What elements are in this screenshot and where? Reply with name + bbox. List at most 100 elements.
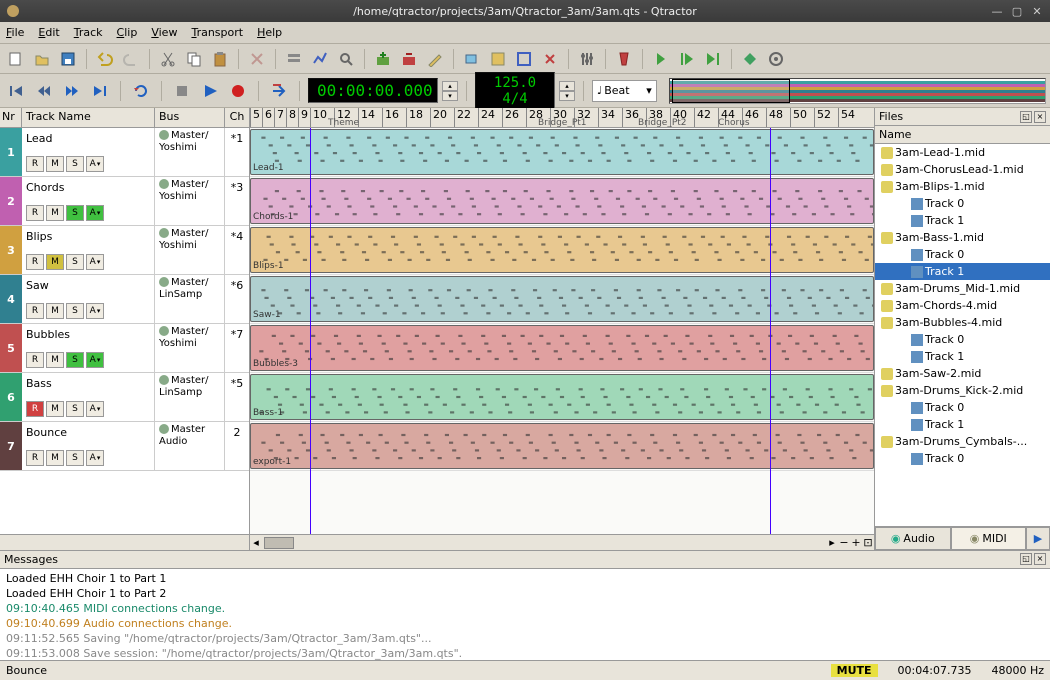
file-track-item[interactable]: Track 1	[875, 212, 1050, 229]
track-props-button[interactable]	[423, 47, 447, 71]
track-solo-button[interactable]: S	[66, 156, 84, 172]
file-item[interactable]: 3am-Blips-1.mid	[875, 178, 1050, 195]
track-row[interactable]: 5 Bubbles R M S A Master/ Yoshimi *7	[0, 324, 249, 373]
file-item[interactable]: 3am-Bass-1.mid	[875, 229, 1050, 246]
automation-button[interactable]	[308, 47, 332, 71]
clip[interactable]: Bubbles-3	[250, 325, 874, 371]
track-automation-button[interactable]: A	[86, 401, 104, 417]
time-spinner[interactable]: ▴▾	[442, 81, 458, 101]
menu-track[interactable]: Track	[74, 26, 103, 39]
file-track-item[interactable]: Track 0	[875, 331, 1050, 348]
file-track-item[interactable]: Track 0	[875, 450, 1050, 467]
track-automation-button[interactable]: A	[86, 205, 104, 221]
messages-list[interactable]: Loaded EHH Choir 1 to Part 1Loaded EHH C…	[0, 569, 1050, 660]
file-track-item[interactable]: Track 1	[875, 348, 1050, 365]
file-item[interactable]: 3am-Lead-1.mid	[875, 144, 1050, 161]
menu-transport[interactable]: Transport	[191, 26, 243, 39]
track-solo-button[interactable]: S	[66, 401, 84, 417]
clip[interactable]: Chords-1	[250, 178, 874, 224]
track-automation-button[interactable]: A	[86, 450, 104, 466]
redo-button[interactable]	[119, 47, 143, 71]
track-mute-button[interactable]: M	[46, 205, 64, 221]
tracks-view-button[interactable]	[282, 47, 306, 71]
timeline-ruler[interactable]: 5678910121416182022242628303234363840424…	[250, 108, 874, 128]
track-row[interactable]: 7 Bounce R M S A Master Audio 2	[0, 422, 249, 471]
files-play-button[interactable]: ▶	[1026, 527, 1050, 550]
tab-midi[interactable]: ◉MIDI	[951, 527, 1027, 550]
file-item[interactable]: 3am-Drums_Kick-2.mid	[875, 382, 1050, 399]
tempo-display[interactable]: 125.0 4/4	[475, 72, 555, 110]
file-track-item[interactable]: Track 0	[875, 246, 1050, 263]
menu-help[interactable]: Help	[257, 26, 282, 39]
ruler-marker[interactable]: Bridge_Pt2	[638, 118, 687, 128]
track-row[interactable]: 3 Blips R M S A Master/ Yoshimi *4	[0, 226, 249, 275]
col-ch[interactable]: Ch	[225, 108, 249, 127]
mixer-button[interactable]	[575, 47, 599, 71]
col-bus[interactable]: Bus	[155, 108, 225, 127]
track-row[interactable]: 2 Chords R M S A Master/ Yoshimi *3	[0, 177, 249, 226]
ruler-marker[interactable]: Chorus	[718, 118, 750, 128]
track-record-button[interactable]: R	[26, 352, 44, 368]
file-item[interactable]: 3am-Chords-4.mid	[875, 297, 1050, 314]
file-item[interactable]: 3am-Drums_Cymbals-...	[875, 433, 1050, 450]
track-automation-button[interactable]: A	[86, 254, 104, 270]
zoom-button[interactable]	[334, 47, 358, 71]
track-automation-button[interactable]: A	[86, 303, 104, 319]
clip-unlink-button[interactable]	[512, 47, 536, 71]
panic-button[interactable]	[764, 47, 788, 71]
stop-button[interactable]	[170, 79, 194, 103]
overview[interactable]	[669, 78, 1046, 104]
track-automation-button[interactable]: A	[86, 156, 104, 172]
undo-button[interactable]	[93, 47, 117, 71]
new-button[interactable]	[4, 47, 28, 71]
track-solo-button[interactable]: S	[66, 303, 84, 319]
files-close-button[interactable]: ×	[1034, 111, 1046, 123]
file-item[interactable]: 3am-Bubbles-4.mid	[875, 314, 1050, 331]
track-record-button[interactable]: R	[26, 254, 44, 270]
file-item[interactable]: 3am-Drums_Mid-1.mid	[875, 280, 1050, 297]
play-button[interactable]	[198, 79, 222, 103]
clip[interactable]: export-1	[250, 423, 874, 469]
save-button[interactable]	[56, 47, 80, 71]
track-mute-button[interactable]: M	[46, 450, 64, 466]
file-track-item[interactable]: Track 1	[875, 416, 1050, 433]
track-mute-button[interactable]: M	[46, 156, 64, 172]
goto-start-button[interactable]	[4, 79, 28, 103]
menu-edit[interactable]: Edit	[38, 26, 59, 39]
file-track-item[interactable]: Track 0	[875, 399, 1050, 416]
file-track-item[interactable]: Track 0	[875, 195, 1050, 212]
tab-audio[interactable]: ◉Audio	[875, 527, 951, 550]
files-col-name[interactable]: Name	[875, 126, 1050, 144]
loop-end-button[interactable]	[701, 47, 725, 71]
loop-start-button[interactable]	[675, 47, 699, 71]
loop-marker[interactable]	[310, 128, 311, 534]
track-solo-button[interactable]: S	[66, 352, 84, 368]
menu-clip[interactable]: Clip	[117, 26, 138, 39]
loop-set-button[interactable]	[649, 47, 673, 71]
window-close-button[interactable]: ✕	[1030, 4, 1044, 18]
clip-split-button[interactable]	[538, 47, 562, 71]
files-undock-button[interactable]: ◱	[1020, 111, 1032, 123]
clip[interactable]: Bass-1	[250, 374, 874, 420]
track-mute-button[interactable]: M	[46, 401, 64, 417]
track-record-button[interactable]: R	[26, 303, 44, 319]
track-record-button[interactable]: R	[26, 156, 44, 172]
time-display[interactable]: 00:00:00.000	[308, 78, 438, 103]
file-track-item[interactable]: Track 1	[875, 263, 1050, 280]
track-row[interactable]: 6 Bass R M S A Master/ LinSamp *5	[0, 373, 249, 422]
messages-undock-button[interactable]: ◱	[1020, 553, 1032, 565]
track-solo-button[interactable]: S	[66, 450, 84, 466]
col-trackname[interactable]: Track Name	[22, 108, 155, 127]
punch-in-button[interactable]	[267, 79, 291, 103]
loop-marker[interactable]	[770, 128, 771, 534]
clip-new-button[interactable]	[460, 47, 484, 71]
track-mute-button[interactable]: M	[46, 303, 64, 319]
track-row[interactable]: 4 Saw R M S A Master/ LinSamp *6	[0, 275, 249, 324]
snap-select[interactable]: ♩ Beat ▾	[592, 80, 657, 102]
menu-view[interactable]: View	[151, 26, 177, 39]
track-row[interactable]: 1 Lead R M S A Master/ Yoshimi *1	[0, 128, 249, 177]
delete-button[interactable]	[245, 47, 269, 71]
track-mute-button[interactable]: M	[46, 352, 64, 368]
clip[interactable]: Saw-1	[250, 276, 874, 322]
clip[interactable]: Lead-1	[250, 129, 874, 175]
